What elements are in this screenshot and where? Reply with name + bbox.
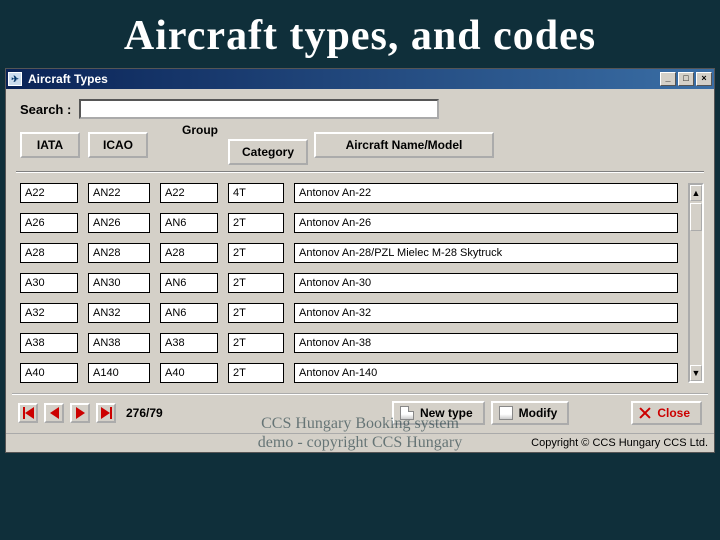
cell-iata: A40 [20, 363, 78, 383]
modify-label: Modify [519, 406, 558, 420]
scroll-thumb[interactable] [690, 203, 702, 231]
cell-group: AN6 [160, 213, 218, 233]
cell-iata: A30 [20, 273, 78, 293]
cell-icao: AN30 [88, 273, 150, 293]
cell-category: 4T [228, 183, 284, 203]
new-type-button[interactable]: New type [392, 401, 485, 425]
cell-category: 2T [228, 273, 284, 293]
header-iata[interactable]: IATA [20, 132, 80, 158]
header-group: Group [182, 123, 218, 137]
divider [16, 171, 704, 173]
maximize-button[interactable]: □ [678, 72, 694, 86]
vertical-scrollbar[interactable]: ▲ ▼ [688, 183, 704, 383]
scroll-down-button[interactable]: ▼ [690, 365, 702, 381]
nav-first-icon [23, 407, 34, 419]
cell-category: 2T [228, 363, 284, 383]
cell-name: Antonov An-28/PZL Mielec M-28 Skytruck [294, 243, 678, 263]
column-headers: IATA ICAO Group Category Aircraft Name/M… [12, 127, 708, 171]
cell-group: A40 [160, 363, 218, 383]
cell-iata: A32 [20, 303, 78, 323]
nav-next-icon [76, 407, 85, 419]
nav-first-button[interactable] [18, 403, 38, 423]
search-label: Search : [20, 102, 71, 117]
cell-name: Antonov An-32 [294, 303, 678, 323]
table-row[interactable]: A40 A140 A40 2T Antonov An-140 [20, 363, 684, 383]
table-row[interactable]: A38 AN38 A38 2T Antonov An-38 [20, 333, 684, 353]
cell-group: AN6 [160, 303, 218, 323]
new-document-icon [400, 406, 414, 420]
record-counter: 276/79 [126, 406, 163, 420]
cell-group: A22 [160, 183, 218, 203]
cell-name: Antonov An-30 [294, 273, 678, 293]
titlebar: ✈ Aircraft Types _ □ × [6, 69, 714, 89]
nav-last-button[interactable] [96, 403, 116, 423]
cell-icao: AN22 [88, 183, 150, 203]
cell-iata: A28 [20, 243, 78, 263]
cell-group: AN6 [160, 273, 218, 293]
cell-category: 2T [228, 333, 284, 353]
table-row[interactable]: A22 AN22 A22 4T Antonov An-22 [20, 183, 684, 203]
table-row[interactable]: A28 AN28 A28 2T Antonov An-28/PZL Mielec M-2… [20, 243, 684, 263]
data-grid: A22 AN22 A22 4T Antonov An-22 A26 AN26 AN6 2T Ant… [16, 177, 688, 389]
cell-icao: AN26 [88, 213, 150, 233]
window-close-button[interactable]: × [696, 72, 712, 86]
cell-category: 2T [228, 243, 284, 263]
cell-name: Antonov An-38 [294, 333, 678, 353]
cell-name: Antonov An-26 [294, 213, 678, 233]
app-icon: ✈ [8, 72, 22, 86]
minimize-button[interactable]: _ [660, 72, 676, 86]
table-row[interactable]: A32 AN32 AN6 2T Antonov An-32 [20, 303, 684, 323]
cell-category: 2T [228, 303, 284, 323]
copyright-bar: Copyright © CCS Hungary CCS Ltd. [6, 433, 714, 452]
cell-iata: A26 [20, 213, 78, 233]
nav-last-icon [101, 407, 112, 419]
cell-category: 2T [228, 213, 284, 233]
window-title: Aircraft Types [28, 72, 660, 86]
modify-icon [499, 406, 513, 420]
cell-icao: AN28 [88, 243, 150, 263]
client-area: Search : IATA ICAO Group Category Aircra… [6, 89, 714, 433]
modify-button[interactable]: Modify [491, 401, 570, 425]
nav-next-button[interactable] [70, 403, 90, 423]
cell-icao: AN38 [88, 333, 150, 353]
close-label: Close [657, 406, 690, 420]
slide-title: Aircraft types, and codes [0, 0, 720, 68]
table-row[interactable]: A30 AN30 AN6 2T Antonov An-30 [20, 273, 684, 293]
cell-group: A38 [160, 333, 218, 353]
cell-name: Antonov An-140 [294, 363, 678, 383]
new-type-label: New type [420, 406, 473, 420]
aircraft-types-window: ✈ Aircraft Types _ □ × Search : IATA ICA… [5, 68, 715, 453]
cell-name: Antonov An-22 [294, 183, 678, 203]
nav-prev-button[interactable] [44, 403, 64, 423]
close-icon [639, 407, 651, 419]
header-name[interactable]: Aircraft Name/Model [314, 132, 494, 158]
search-input[interactable] [79, 99, 439, 119]
cell-group: A28 [160, 243, 218, 263]
toolbar: 276/79 New type Modify Close [12, 393, 708, 429]
close-button[interactable]: Close [631, 401, 702, 425]
header-category[interactable]: Category [228, 139, 308, 165]
header-icao[interactable]: ICAO [88, 132, 148, 158]
nav-prev-icon [50, 407, 59, 419]
cell-iata: A22 [20, 183, 78, 203]
scroll-up-button[interactable]: ▲ [690, 185, 702, 201]
cell-icao: AN32 [88, 303, 150, 323]
table-row[interactable]: A26 AN26 AN6 2T Antonov An-26 [20, 213, 684, 233]
cell-icao: A140 [88, 363, 150, 383]
cell-iata: A38 [20, 333, 78, 353]
